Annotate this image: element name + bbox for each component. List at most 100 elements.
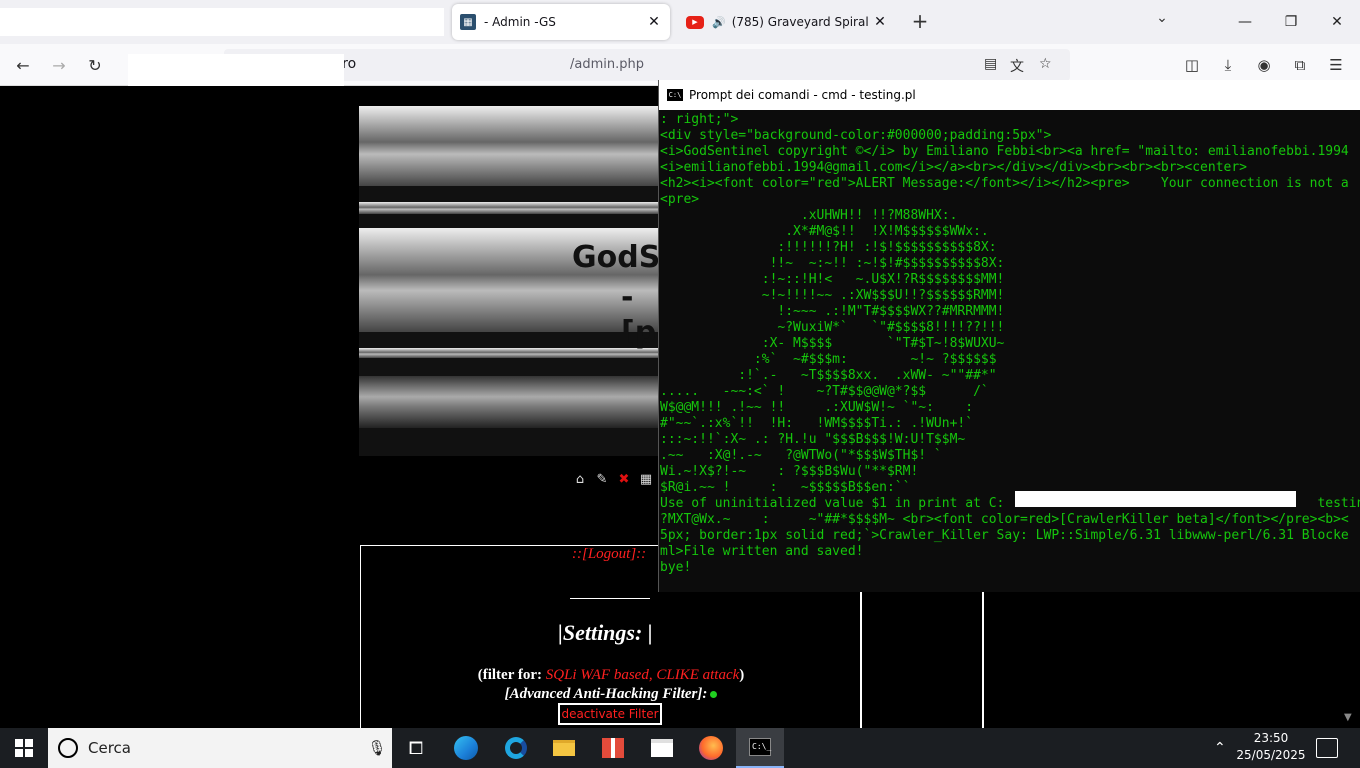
taskbar-edge[interactable]: [442, 728, 490, 768]
divider: [860, 591, 862, 731]
cmd-line: <div style="background-color:#000000;pad…: [660, 128, 1052, 143]
settings-heading: |Settings: |: [558, 620, 653, 645]
cmd-line: :!!!!!!?H! :!$!$$$$$$$$$$8X:: [660, 240, 997, 255]
clock-date: 25/05/2025: [1236, 748, 1306, 762]
deactivate-filter-button[interactable]: deactivate Filter: [558, 703, 662, 725]
cmd-icon: C:\_: [749, 738, 771, 756]
cortana-icon: [58, 738, 78, 758]
forward-button[interactable]: →: [46, 52, 72, 78]
close-tab-icon[interactable]: ✕: [646, 14, 662, 30]
filter-suffix: ): [739, 667, 745, 683]
cmd-line: :!~::!H!< ~.U$X!?R$$$$$$$$MM!: [660, 272, 1005, 287]
taskbar: Cerca 🎙 ⧠ C:\_ ⌃ 23:50 25/05/2025: [0, 728, 1360, 768]
cmd-line: : right;">: [660, 112, 739, 127]
cmd-line: :!`.- ~T$$$$8xx. .xWW- ~""##*": [660, 368, 997, 383]
maximize-button[interactable]: ❐: [1268, 0, 1314, 44]
translate-icon[interactable]: 文: [1010, 56, 1024, 76]
cmd-line: ?MXT@Wx.~ : ~"##*$$$$M~ <br><font color=…: [660, 512, 1349, 527]
reload-button[interactable]: ↻: [82, 52, 108, 78]
advanced-filter-text: [Advanced Anti-Hacking Filter]:: [504, 686, 708, 702]
task-view-button[interactable]: ⧠: [392, 728, 440, 768]
cmd-line: .xUHWH!! !!?M88WHX:.: [660, 208, 958, 223]
menu-icon[interactable]: ☰: [1325, 54, 1347, 76]
cmd-line: .~~ :X@!.-~ ?@WTWo("*$$$W$TH$! `: [660, 448, 942, 463]
cmd-line: ~!~!!!!~~ .:XW$$$U!!?$$$$$$RMM!: [660, 288, 1005, 303]
firefox-icon: [699, 736, 723, 760]
cmd-line: :X- M$$$$ `"T#$T~!8$WUXU~: [660, 336, 1005, 351]
tab-list-chevron-icon[interactable]: ⌄: [1150, 10, 1174, 34]
cmd-line: !:~~~ .:!M"T#$$$$WX??#MRRMMM!: [660, 304, 1005, 319]
url-redaction: [128, 54, 344, 86]
account-icon[interactable]: ◉: [1253, 54, 1275, 76]
banner-bar: [359, 376, 659, 428]
cmd-title-bar[interactable]: C:\ Prompt dei comandi - cmd - testing.p…: [659, 80, 1360, 110]
cmd-window[interactable]: C:\ Prompt dei comandi - cmd - testing.p…: [658, 80, 1360, 592]
grid-icon[interactable]: ▦: [638, 472, 654, 487]
cmd-line: W$@@M!!! .!~~ !! .:XUW$W!~ `"~: :: [660, 400, 974, 415]
clock-time: 23:50: [1253, 731, 1289, 745]
banner-bar: [359, 202, 659, 214]
downloads-icon[interactable]: ⤓: [1217, 54, 1239, 76]
cmd-line: Wi.~!X$?!-~ : ?$$$B$Wu("**$RM!: [660, 464, 919, 479]
start-button[interactable]: [0, 728, 48, 768]
banner-bar: [359, 106, 659, 186]
bookmark-star-icon[interactable]: ☆: [1039, 56, 1052, 72]
cmd-line: ~?WuxiW*` `"#$$$$8!!!!??!!!: [660, 320, 1005, 335]
cmd-title: Prompt dei comandi - cmd - testing.pl: [689, 88, 916, 102]
tab-admin[interactable]: ▦ - Admin -GS ✕: [452, 4, 670, 40]
cmd-icon: C:\: [667, 89, 683, 101]
reader-view-icon[interactable]: ▤: [984, 56, 997, 72]
filter-type: SQLi WAF based, CLIKE attack: [545, 667, 740, 683]
extensions-icon[interactable]: ⧉: [1289, 54, 1311, 76]
tray-chevron-icon[interactable]: ⌃: [1214, 728, 1226, 768]
tab-youtube[interactable]: ▶ 🔊 (785) Graveyard Spiral - You ✕: [678, 4, 896, 40]
minimize-button[interactable]: —: [1222, 0, 1268, 44]
scroll-down-icon[interactable]: ▼: [1344, 712, 1352, 723]
advanced-filter-label: [Advanced Anti-Hacking Filter]:: [360, 686, 862, 703]
url-path: /admin.php: [570, 57, 644, 72]
tab-title: (785) Graveyard Spiral - You: [731, 15, 872, 29]
taskbar-firefox[interactable]: [687, 728, 735, 768]
edge-legacy-icon: [505, 737, 527, 759]
browser-tab-bar: ▦ - Admin -GS ✕ ▶ 🔊 (785) Graveyard Spir…: [0, 0, 1360, 44]
cmd-line: <pre>: [660, 192, 700, 207]
banner-bar: [359, 348, 659, 358]
delete-icon[interactable]: ✖: [616, 472, 632, 487]
taskbar-store[interactable]: [638, 728, 686, 768]
close-tab-icon[interactable]: ✕: [872, 14, 888, 30]
taskbar-gift-app[interactable]: [589, 728, 637, 768]
taskbar-file-explorer[interactable]: [540, 728, 588, 768]
notification-icon[interactable]: [1316, 738, 1338, 758]
windows-logo-icon: [15, 739, 33, 757]
cmd-line: #"~~`.:x%`!! !H: !WM$$$$Ti.: .!WUn+!`: [660, 416, 974, 431]
cmd-line: ..... -~~:<` ! ~?T#$$@@W@*?$$ /`: [660, 384, 989, 399]
taskbar-edge-legacy[interactable]: [492, 728, 540, 768]
cmd-line: :::~:!!`:X~ .: ?H.!u "$$$B$$$!W:U!T$$M~: [660, 432, 966, 447]
home-icon[interactable]: ⌂: [572, 472, 588, 487]
gs-favicon-icon: ▦: [460, 14, 476, 30]
logout-link[interactable]: ::[Logout]::: [572, 546, 646, 563]
youtube-icon: ▶: [686, 15, 704, 29]
cmd-line: <i>emilianofebbi.1994@gmail.com</i></a><…: [660, 160, 1247, 175]
task-view-icon: ⧠: [408, 737, 424, 759]
cmd-line: ml>File written and saved!: [660, 544, 864, 559]
new-tab-button[interactable]: +: [908, 10, 932, 34]
pocket-icon[interactable]: ◫: [1181, 54, 1203, 76]
cmd-output[interactable]: : right;"> <div style="background-color:#…: [659, 110, 1360, 590]
tab-strip-blank: [0, 8, 444, 36]
site-banner: GodSe -[p: [359, 106, 659, 456]
taskbar-search[interactable]: Cerca 🎙: [48, 728, 392, 768]
banner-title: GodSe: [572, 240, 659, 275]
address-bar[interactable]: ⛉ 🔓 Non sicuro /admin.php ▤ 文 ☆: [224, 49, 1070, 81]
edit-icon[interactable]: ✎: [594, 472, 610, 487]
speaker-icon[interactable]: 🔊: [712, 16, 726, 29]
back-button[interactable]: ←: [10, 52, 36, 78]
edge-icon: [454, 736, 478, 760]
cmd-line: !!~ ~:~!! :~!$!#$$$$$$$$$$8X:: [660, 256, 1005, 271]
clock[interactable]: 23:50 25/05/2025: [1236, 730, 1306, 764]
cmd-line: 5px; border:1px solid red;`>Crawler_Kill…: [660, 528, 1349, 543]
microphone-icon[interactable]: 🎙: [362, 739, 392, 757]
close-window-button[interactable]: ✕: [1314, 0, 1360, 44]
folder-icon: [553, 740, 575, 756]
taskbar-cmd[interactable]: C:\_: [736, 728, 784, 768]
